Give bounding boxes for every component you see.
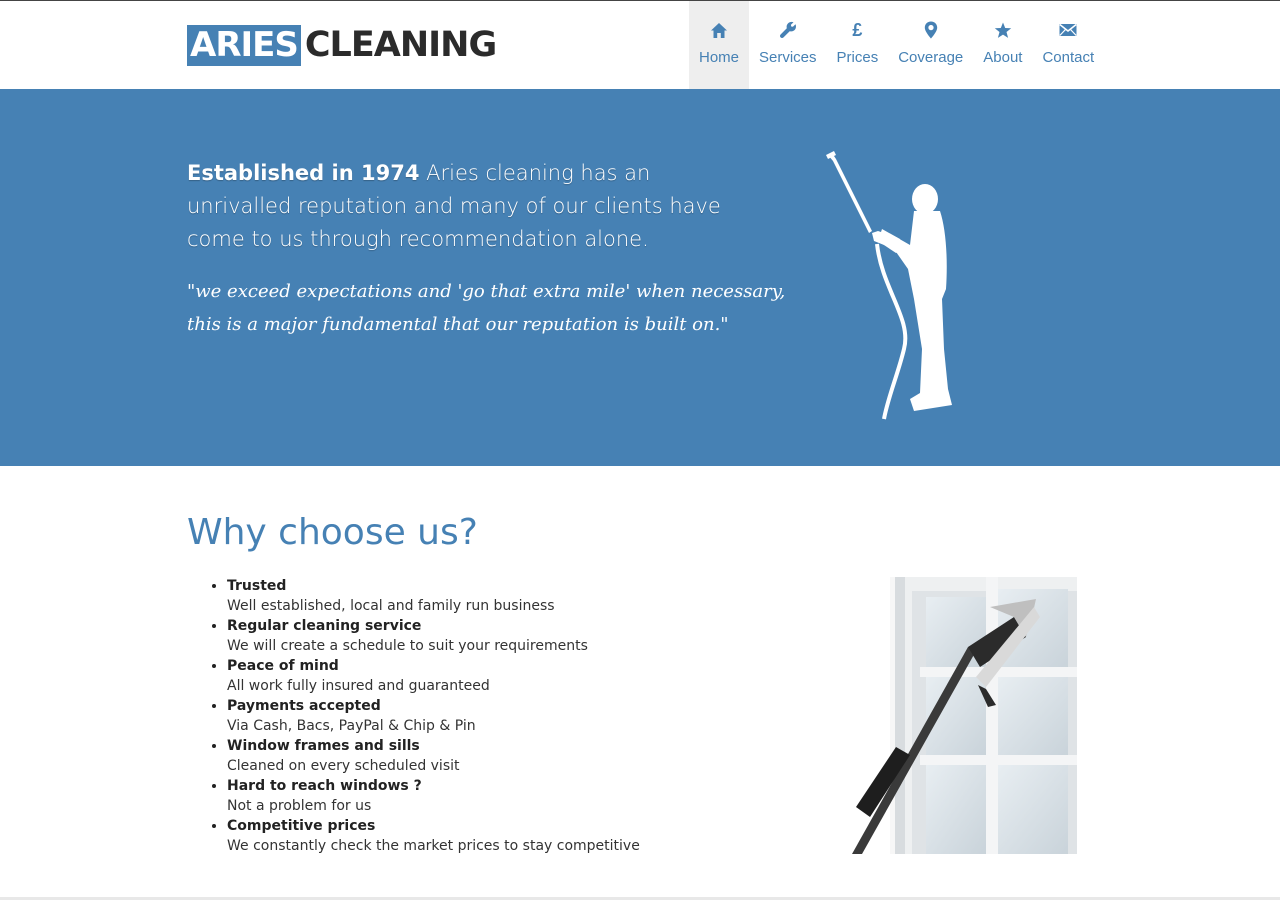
feature-title: Regular cleaning service — [227, 618, 422, 634]
list-item: Payments accepted Via Cash, Bacs, PayPal … — [227, 696, 640, 736]
main-nav: Home Services £ Prices Coverage About Co… — [689, 1, 1104, 89]
nav-label-coverage: Coverage — [898, 49, 964, 66]
nav-label-home: Home — [699, 49, 740, 66]
hero-intro-bold: Established in 1974 — [187, 161, 420, 185]
feature-description: Well established, local and family run b… — [227, 598, 555, 614]
feature-description: Via Cash, Bacs, PayPal & Chip & Pin — [227, 718, 476, 734]
site-logo[interactable]: ARIES CLEANING — [187, 25, 497, 66]
list-item: Window frames and sills Cleaned on every … — [227, 736, 640, 776]
feature-description: Not a problem for us — [227, 798, 372, 814]
feature-title: Hard to reach windows ? — [227, 778, 422, 794]
feature-title: Payments accepted — [227, 698, 381, 714]
features-list: Trusted Well established, local and famil… — [187, 576, 640, 856]
nav-label-about: About — [983, 49, 1023, 66]
envelope-icon — [1059, 21, 1077, 39]
nav-label-contact: Contact — [1042, 49, 1095, 66]
feature-title: Window frames and sills — [227, 738, 420, 754]
feature-description: Cleaned on every scheduled visit — [227, 758, 460, 774]
nav-item-home[interactable]: Home — [689, 1, 749, 89]
list-item: Regular cleaning service We will create a… — [227, 616, 640, 656]
site-header: ARIES CLEANING Home Services £ Prices Co… — [0, 1, 1280, 89]
nav-item-services[interactable]: Services — [749, 1, 827, 89]
feature-title: Competitive prices — [227, 818, 376, 834]
hero-intro: Established in 1974 Aries cleaning has a… — [187, 157, 747, 256]
star-icon — [994, 21, 1012, 39]
window-cleaner-silhouette — [826, 151, 952, 420]
list-item: Hard to reach windows ? Not a problem for… — [227, 776, 640, 816]
nav-label-services: Services — [759, 49, 817, 66]
logo-cleaning: CLEANING — [304, 25, 497, 65]
feature-description: We will create a schedule to suit your r… — [227, 638, 588, 654]
feature-title: Peace of mind — [227, 658, 339, 674]
hero-banner: Established in 1974 Aries cleaning has a… — [0, 89, 1280, 466]
nav-label-prices: Prices — [836, 49, 879, 66]
feature-title: Trusted — [227, 578, 287, 594]
list-item: Competitive prices We constantly check th… — [227, 816, 640, 856]
pound-icon: £ — [852, 21, 862, 39]
why-choose-us-heading: Why choose us? — [187, 512, 478, 553]
pound-glyph: £ — [852, 20, 863, 40]
feature-description: We constantly check the market prices to… — [227, 838, 640, 854]
window-cleaning-photo — [800, 577, 1077, 854]
nav-item-prices[interactable]: £ Prices — [827, 1, 889, 89]
hero-quote: "we exceed expectations and 'go that ext… — [187, 281, 786, 335]
logo-aries: ARIES — [187, 25, 301, 66]
feature-description: All work fully insured and guaranteed — [227, 678, 490, 694]
nav-item-about[interactable]: About — [973, 1, 1032, 89]
map-pin-icon — [924, 21, 938, 39]
list-item: Trusted Well established, local and famil… — [227, 576, 640, 616]
nav-item-coverage[interactable]: Coverage — [888, 1, 973, 89]
list-item: Peace of mind All work fully insured and … — [227, 656, 640, 696]
nav-item-contact[interactable]: Contact — [1032, 1, 1104, 89]
wrench-icon — [779, 21, 797, 39]
home-icon — [710, 21, 728, 39]
